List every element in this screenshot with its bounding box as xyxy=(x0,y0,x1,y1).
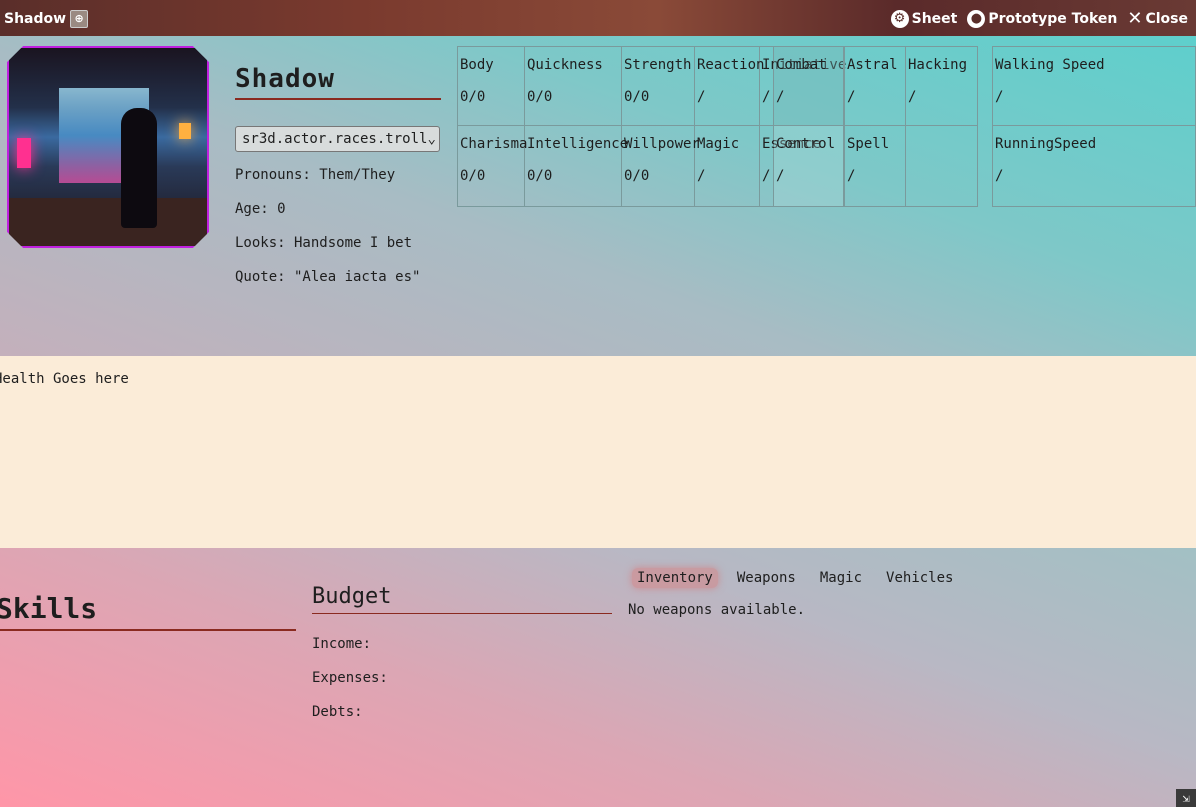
speed-label: RunningSpeed xyxy=(995,136,1097,152)
attribute-value: / xyxy=(776,89,785,105)
speed-label: Walking Speed xyxy=(995,57,1105,73)
attribute-hacking[interactable]: Hacking / xyxy=(906,47,977,126)
age-field[interactable]: Age: 0 xyxy=(235,201,286,217)
window-title-text: Shadow xyxy=(4,11,67,27)
attribute-label: Charisma xyxy=(460,136,528,152)
attribute-label: Hacking xyxy=(908,57,968,73)
budget-debts[interactable]: Debts: xyxy=(312,704,363,720)
sheet-config-button[interactable]: ⚙ Sheet xyxy=(890,10,958,28)
attribute-combat[interactable]: Combat / xyxy=(774,47,844,126)
attribute-label: Willpower xyxy=(624,136,700,152)
attribute-value: 0/0 xyxy=(527,89,553,105)
attribute-label: Strength xyxy=(624,57,692,73)
attribute-label: Spell xyxy=(847,136,890,152)
attribute-value: / xyxy=(847,89,856,105)
race-select[interactable]: sr3d.actor.races.troll ⌄ xyxy=(235,126,440,152)
attribute-value: / xyxy=(762,89,771,105)
running-speed[interactable]: RunningSpeed / xyxy=(993,126,1195,206)
chevron-down-icon: ⌄ xyxy=(427,131,436,147)
character-sheet: Shadow sr3d.actor.races.troll ⌄ Pronouns… xyxy=(0,36,1196,807)
attribute-intelligence[interactable]: Intelligence 0/0 xyxy=(525,126,629,206)
looks-field[interactable]: Looks: Handsome I bet xyxy=(235,235,412,251)
budget-expenses[interactable]: Expenses: xyxy=(312,670,388,686)
attribute-label: Astral xyxy=(847,57,898,73)
attribute-label: Initiative xyxy=(762,57,847,73)
attribute-astral[interactable]: Astral / xyxy=(844,47,906,126)
attribute-label: Control xyxy=(776,136,836,152)
attribute-reaction[interactable]: Reaction / xyxy=(695,47,765,126)
character-portrait[interactable] xyxy=(7,46,209,248)
walking-speed[interactable]: Walking Speed / xyxy=(993,47,1195,126)
close-button[interactable]: ✕ Close xyxy=(1127,8,1188,29)
sheet-button-label: Sheet xyxy=(911,11,958,27)
window-title: Shadow ⊕ xyxy=(4,10,89,28)
bottom-section: Skills Budget Income: Expenses: Debts: I… xyxy=(0,548,1196,807)
speed-value: / xyxy=(995,168,1004,184)
tab-inventory[interactable]: Inventory xyxy=(632,568,718,588)
attribute-label: Combat xyxy=(776,57,827,73)
attribute-value: / xyxy=(908,89,917,105)
user-circle-icon: ● xyxy=(967,10,986,28)
portrait-figure xyxy=(121,108,157,228)
character-name[interactable]: Shadow xyxy=(235,64,441,100)
tab-vehicles[interactable]: Vehicles xyxy=(881,568,958,588)
portrait-floor xyxy=(9,198,207,246)
attribute-label: Essence xyxy=(762,136,822,152)
budget-heading: Budget xyxy=(312,584,612,614)
attribute-value: / xyxy=(697,89,706,105)
close-icon: ✕ xyxy=(1127,8,1143,29)
item-tabs: Inventory Weapons Magic Vehicles xyxy=(632,568,958,588)
speed-value: / xyxy=(995,89,1004,105)
attribute-quickness[interactable]: Quickness 0/0 xyxy=(525,47,622,126)
prototype-token-button[interactable]: ● Prototype Token xyxy=(967,10,1117,28)
pronouns-field[interactable]: Pronouns: Them/They xyxy=(235,167,395,183)
attribute-initiative[interactable]: Initiative / xyxy=(760,47,847,126)
attribute-label: Body xyxy=(460,57,494,73)
close-button-label: Close xyxy=(1145,11,1188,27)
tab-content-text: No weapons available. xyxy=(628,602,806,618)
attribute-value: / xyxy=(762,168,771,184)
header-section: Shadow sr3d.actor.races.troll ⌄ Pronouns… xyxy=(0,36,1196,356)
attribute-label: Reaction xyxy=(697,57,765,73)
attribute-value: / xyxy=(697,168,706,184)
attribute-value: / xyxy=(847,168,856,184)
attribute-body[interactable]: Body 0/0 xyxy=(458,47,525,126)
attribute-empty-cell xyxy=(906,126,977,206)
attribute-value: 0/0 xyxy=(527,168,553,184)
attribute-value: 0/0 xyxy=(460,89,486,105)
attribute-strength[interactable]: Strength 0/0 xyxy=(622,47,695,126)
race-select-value: sr3d.actor.races.troll xyxy=(242,131,428,147)
attribute-value: 0/0 xyxy=(624,89,650,105)
attribute-grid: Body 0/0 Quickness 0/0 Strength 0/0 Reac… xyxy=(457,46,978,207)
health-placeholder-text: Health Goes here xyxy=(0,371,129,387)
attribute-label: Magic xyxy=(697,136,740,152)
document-id-icon[interactable]: ⊕ xyxy=(70,10,89,28)
attribute-spell[interactable]: Spell / xyxy=(844,126,906,206)
attribute-essence[interactable]: Essence / xyxy=(760,126,822,206)
attribute-willpower[interactable]: Willpower 0/0 xyxy=(622,126,700,206)
speed-grid: Walking Speed / RunningSpeed / xyxy=(992,46,1196,207)
gear-icon: ⚙ xyxy=(890,10,909,28)
tab-magic[interactable]: Magic xyxy=(815,568,867,588)
skills-heading: Skills xyxy=(0,592,296,631)
attribute-magic[interactable]: Magic / xyxy=(695,126,760,206)
attribute-label: Quickness xyxy=(527,57,603,73)
prototype-token-label: Prototype Token xyxy=(988,11,1118,27)
attribute-charisma[interactable]: Charisma 0/0 xyxy=(458,126,528,206)
attribute-value: / xyxy=(776,168,785,184)
attribute-value: 0/0 xyxy=(460,168,486,184)
attribute-value: 0/0 xyxy=(624,168,650,184)
health-section: Health Goes here xyxy=(0,356,1196,548)
budget-income[interactable]: Income: xyxy=(312,636,371,652)
attribute-control[interactable]: Control / xyxy=(774,126,844,206)
window-titlebar[interactable]: Shadow ⊕ ⚙ Sheet ● Prototype Token ✕ Clo… xyxy=(0,0,1196,36)
resize-handle-icon[interactable]: ⇲ xyxy=(1176,789,1196,807)
portrait-neon-light xyxy=(17,138,31,168)
portrait-lamp-light xyxy=(179,123,191,139)
quote-field[interactable]: Quote: "Alea iacta es" xyxy=(235,269,420,285)
attribute-label: Intelligence xyxy=(527,136,629,152)
tab-weapons[interactable]: Weapons xyxy=(732,568,801,588)
